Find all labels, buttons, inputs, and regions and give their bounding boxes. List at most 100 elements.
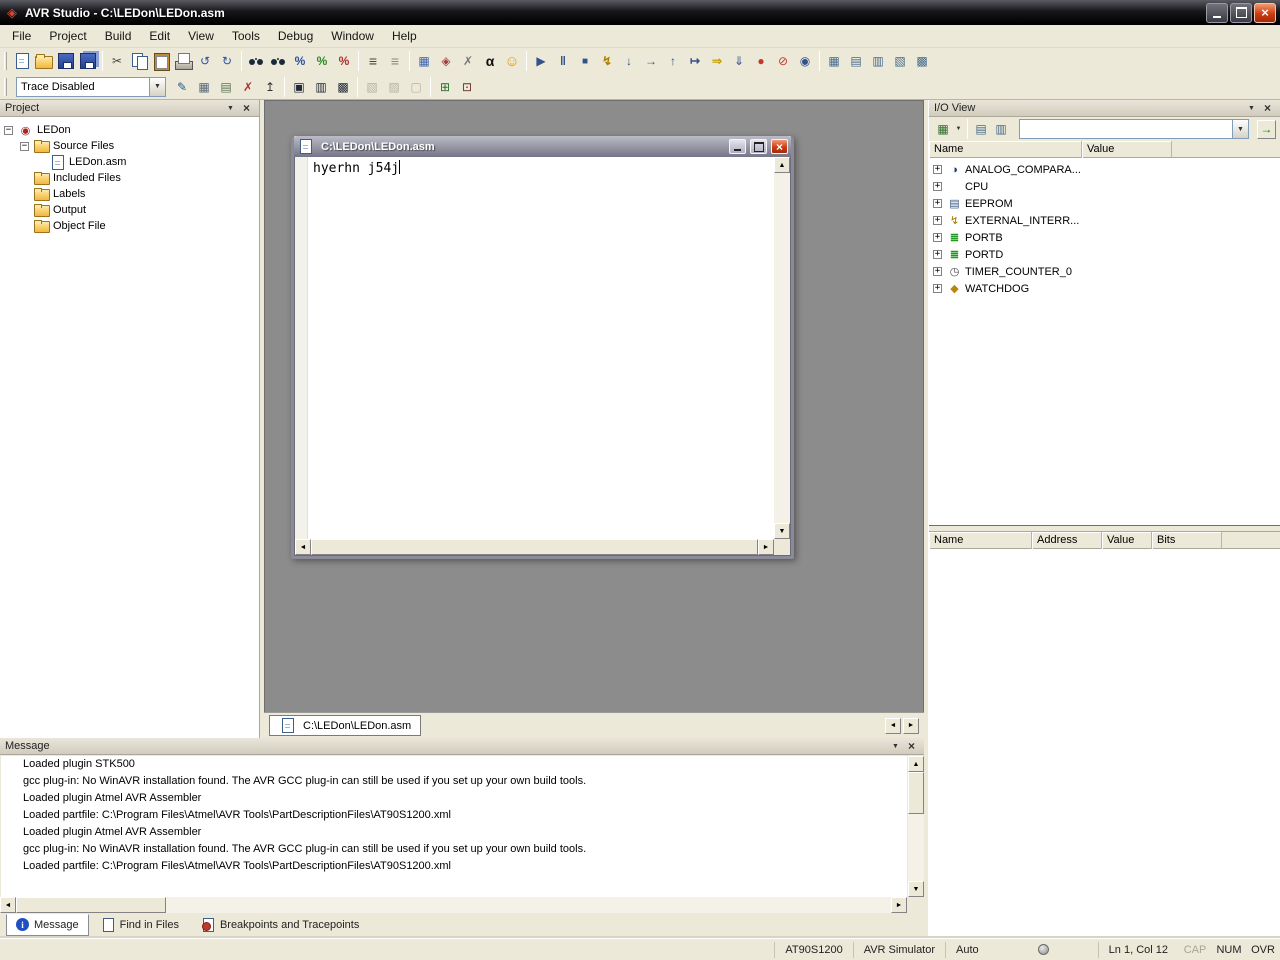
clear-trace-button[interactable]: ✗ (237, 76, 259, 98)
panel-close-icon[interactable] (904, 740, 919, 753)
menu-item[interactable]: View (179, 26, 223, 46)
tab-scroll-left-icon[interactable] (885, 718, 901, 734)
scroll-up-icon[interactable] (908, 756, 924, 772)
scrollbar-track[interactable] (774, 173, 790, 523)
tree-row[interactable]: − ◉ LEDon (0, 122, 259, 138)
remove-breakpoints-button[interactable]: ⊘ (772, 50, 794, 72)
tree-expander[interactable]: + (933, 284, 942, 293)
print-button[interactable] (172, 50, 194, 72)
io-row[interactable]: + ▤ EEPROM (929, 195, 1280, 212)
chevron-down-icon[interactable] (149, 78, 165, 96)
output-tab[interactable]: Breakpoints and Tracepoints (192, 914, 369, 936)
menu-item[interactable]: Window (322, 26, 383, 46)
open-file-button[interactable] (33, 50, 55, 72)
toolbar-grip[interactable] (4, 52, 7, 70)
output-tab[interactable]: Find in Files (92, 914, 189, 936)
next-statement-button[interactable]: ⇒ (706, 50, 728, 72)
run-button[interactable]: ▶ (530, 50, 552, 72)
scrollbar-thumb[interactable] (311, 539, 758, 555)
device-upgrade-button[interactable]: ▩ (332, 76, 354, 98)
device-connect-button[interactable]: ▥ (310, 76, 332, 98)
io-detail-column-header[interactable]: Value (1102, 532, 1152, 549)
scroll-left-icon[interactable] (295, 539, 311, 555)
quickwatch-button[interactable]: ◉ (794, 50, 816, 72)
save-file-button[interactable] (55, 50, 77, 72)
tree-expander[interactable]: − (4, 126, 13, 135)
disassembler-window-button[interactable]: ▧ (889, 50, 911, 72)
scroll-right-icon[interactable] (758, 539, 774, 555)
device-select-button[interactable]: ▦ (933, 119, 953, 139)
editor-title-bar[interactable]: C:\LEDon\LEDon.asm (294, 136, 791, 157)
go-button[interactable]: → (1257, 120, 1276, 139)
tree-expander[interactable]: + (933, 216, 942, 225)
menu-item[interactable]: Edit (140, 26, 179, 46)
io-row[interactable]: + ◑ ANALOG_COMPARA... (929, 161, 1280, 178)
tree-row[interactable]: LEDon.asm (0, 154, 259, 170)
tree-expander[interactable]: + (933, 250, 942, 259)
toolbar-grip[interactable] (4, 78, 7, 96)
analyzer-button[interactable]: ▢ (405, 76, 427, 98)
redo-button[interactable]: ↻ (216, 50, 238, 72)
panel-menu-icon[interactable] (223, 102, 238, 115)
scroll-right-icon[interactable] (891, 897, 907, 913)
tree-expander[interactable]: − (20, 142, 29, 151)
io-detail-column-header[interactable]: Bits (1152, 532, 1222, 549)
step-over-button[interactable]: → (640, 50, 662, 72)
toggle-bookmark-button[interactable]: % (289, 50, 311, 72)
editor-horizontal-scrollbar[interactable] (295, 539, 774, 555)
outdent-button[interactable]: ≡ (384, 50, 406, 72)
mdi-tab[interactable]: C:\LEDon\LEDon.asm (269, 715, 421, 736)
tree-row[interactable]: − Source Files (0, 138, 259, 154)
message-horizontal-scrollbar[interactable] (0, 897, 907, 913)
minimize-button[interactable] (1206, 3, 1228, 23)
assembler-options-button[interactable]: α (479, 50, 501, 72)
io-column-header[interactable]: Value (1082, 141, 1172, 158)
scroll-down-icon[interactable] (774, 523, 790, 539)
memory-window-button[interactable]: ▥ (867, 50, 889, 72)
panel-close-icon[interactable] (239, 102, 254, 115)
scroll-left-icon[interactable] (0, 897, 16, 913)
io-row[interactable]: + CPU (929, 178, 1280, 195)
break-button[interactable]: ‖ (552, 50, 574, 72)
editor-vertical-scrollbar[interactable] (774, 157, 790, 539)
trace-settings-button[interactable]: ✎ (171, 76, 193, 98)
menu-item[interactable]: Tools (223, 26, 269, 46)
scroll-down-icon[interactable] (908, 881, 924, 897)
io-column-header[interactable]: Name (929, 141, 1082, 158)
menu-item[interactable]: Help (383, 26, 426, 46)
profiler-button[interactable]: ▧ (361, 76, 383, 98)
maximize-button[interactable] (1230, 3, 1252, 23)
tree-expander[interactable]: + (933, 267, 942, 276)
editor-close-button[interactable] (771, 139, 788, 154)
save-all-button[interactable] (77, 50, 99, 72)
reset-button[interactable]: ↯ (596, 50, 618, 72)
chevron-down-icon[interactable] (953, 119, 964, 139)
io-filter-combo[interactable] (1019, 119, 1249, 139)
menu-item[interactable]: Debug (269, 26, 322, 46)
clear-bookmarks-button[interactable]: % (333, 50, 355, 72)
scrollbar-thumb[interactable] (908, 772, 924, 814)
editor-maximize-button[interactable] (750, 139, 767, 154)
copy-button[interactable] (128, 50, 150, 72)
paste-button[interactable] (150, 50, 172, 72)
indent-button[interactable]: ≡ (362, 50, 384, 72)
panel-close-icon[interactable] (1260, 102, 1275, 115)
device-programming-button[interactable]: ▣ (288, 76, 310, 98)
tree-expander[interactable]: + (933, 199, 942, 208)
chevron-down-icon[interactable] (1232, 120, 1248, 138)
menu-item[interactable]: Project (40, 26, 95, 46)
tree-expander[interactable]: + (933, 165, 942, 174)
scrollbar-track[interactable] (166, 897, 891, 913)
build-button[interactable]: ◈ (435, 50, 457, 72)
io-detail-column-header[interactable]: Address (1032, 532, 1102, 549)
run-to-cursor-button[interactable]: ↦ (684, 50, 706, 72)
tree-row[interactable]: Included Files (0, 170, 259, 186)
cut-button[interactable]: ✂ (106, 50, 128, 72)
coverage-button[interactable]: ▨ (383, 76, 405, 98)
close-button[interactable] (1254, 3, 1276, 23)
next-bookmark-button[interactable]: % (311, 50, 333, 72)
register-window-button[interactable]: ▤ (845, 50, 867, 72)
editor-text-area[interactable]: hyerhn j54j (309, 157, 774, 539)
menu-item[interactable]: File (3, 26, 40, 46)
toggle-trace-button[interactable]: ▦ (193, 76, 215, 98)
